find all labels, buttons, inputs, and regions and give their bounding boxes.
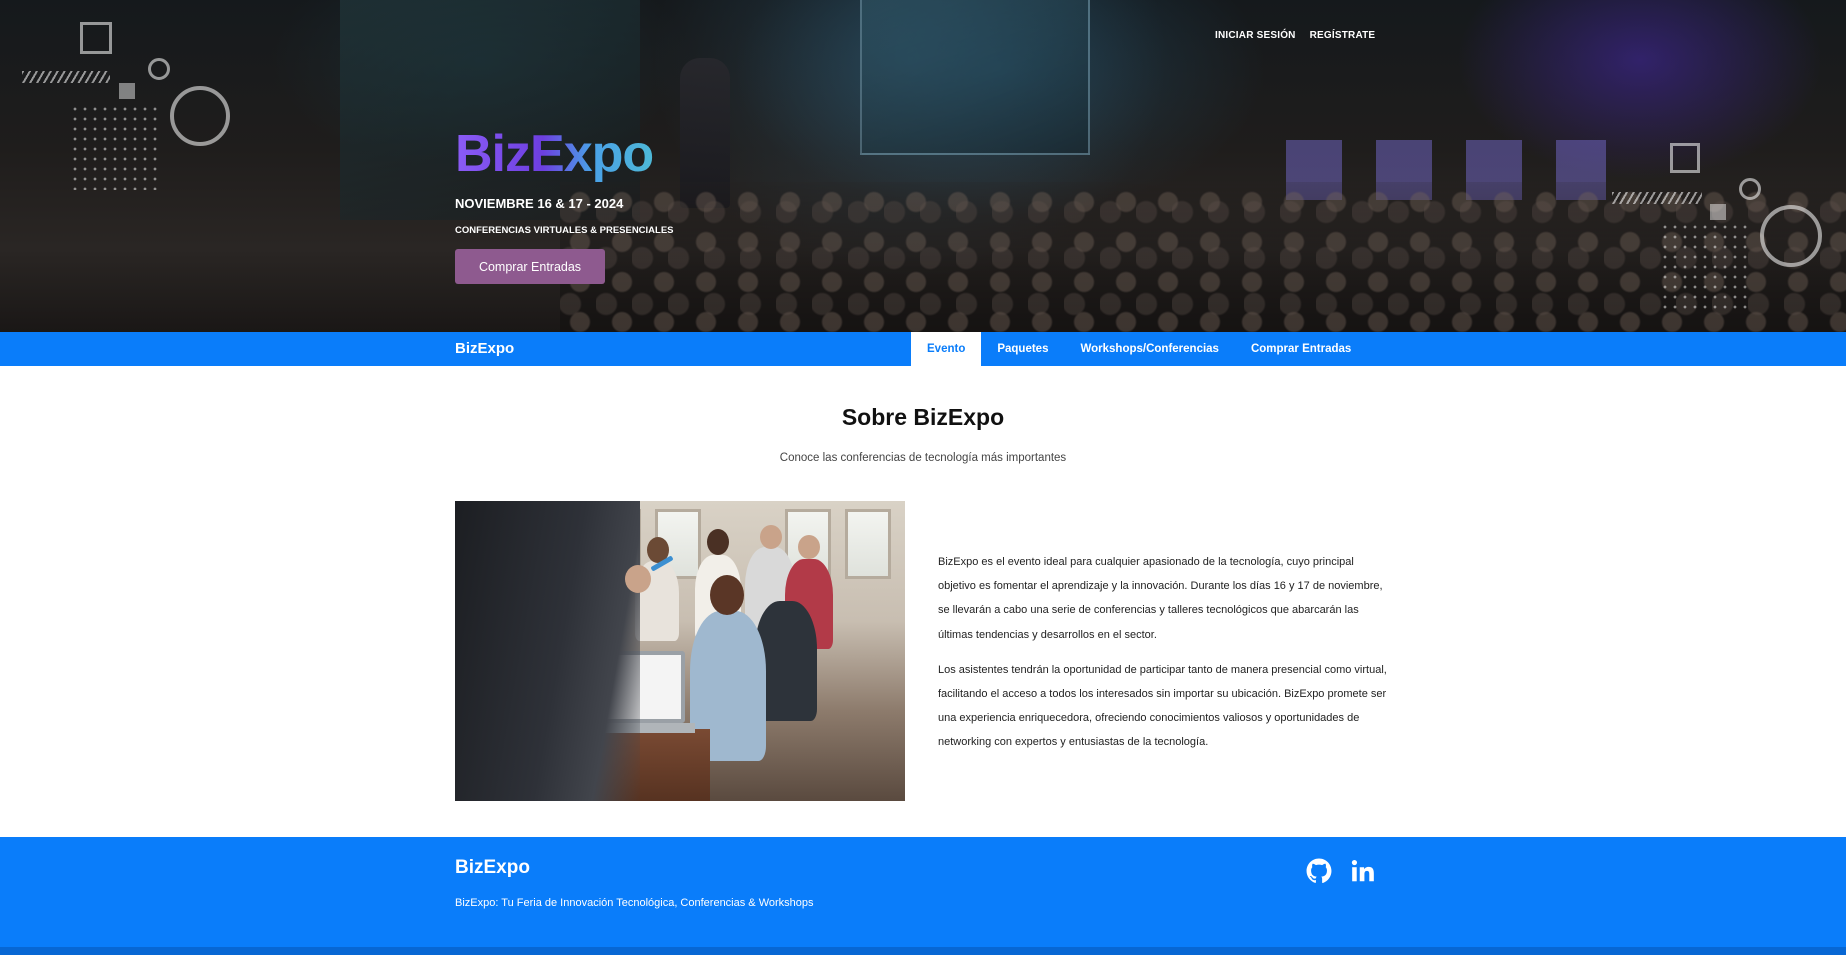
ring-decoration [170,86,230,146]
stripes-decoration-right [1612,192,1702,204]
nav-brand[interactable]: BizExpo [455,340,514,357]
event-subtitle: CONFERENCIAS VIRTUALES & PRESENCIALES [455,225,674,236]
square-outline-decoration [80,22,112,54]
event-date: NOVIEMBRE 16 & 17 - 2024 [455,196,624,211]
hero-content: BizExpo NOVIEMBRE 16 & 17 - 2024 CONFERE… [455,126,674,284]
social-links [1306,858,1376,884]
audience-background [560,182,1846,332]
footer-brand: BizExpo [455,857,530,878]
footer-bottom-strip [0,947,1846,955]
linkedin-icon[interactable] [1350,858,1376,884]
brand-part-e: E [530,125,564,183]
stripes-decoration [22,71,110,83]
site-footer: BizExpo BizExpo: Tu Feria de Innovación … [0,837,1846,955]
nav-items: Evento Paquetes Workshops/Conferencias C… [911,332,1367,366]
hero-brand-logo: BizExpo [455,126,674,182]
nav-item-paquetes[interactable]: Paquetes [981,332,1064,366]
photo-attendee-head [707,529,729,555]
photo-attendee-head [710,575,744,615]
ring-decoration-right [1760,205,1822,267]
photo-attendee-head [760,525,782,549]
nav-item-workshops[interactable]: Workshops/Conferencias [1064,332,1234,366]
main-navbar: BizExpo Evento Paquetes Workshops/Confer… [0,332,1846,366]
nav-item-comprar-entradas[interactable]: Comprar Entradas [1235,332,1367,366]
square-outline-decoration-right [1670,143,1700,173]
login-link[interactable]: INICIAR SESIÓN [1215,30,1296,41]
section-title: Sobre BizExpo [841,404,1005,430]
brand-part-xpo: xpo [563,125,654,183]
small-ring-decoration-right [1739,178,1761,200]
section-subtitle: Conoce las conferencias de tecnología má… [779,452,1067,464]
footer-tagline: BizExpo: Tu Feria de Innovación Tecnológ… [455,897,814,909]
photo-presenter [455,501,640,801]
dots-grid-decoration [70,104,158,190]
presentation-screen-right [860,0,1090,155]
top-auth-links: INICIAR SESIÓN REGÍSTRATE [1215,30,1375,41]
photo-attendee-head [798,535,820,559]
about-paragraph-2: Los asistentes tendrán la oportunidad de… [938,663,1387,749]
hero-banner: INICIAR SESIÓN REGÍSTRATE BizExpo NOVIEM… [0,0,1846,332]
filled-square-decoration-right [1710,204,1726,220]
about-text: BizExpo es el evento ideal para cualquie… [938,550,1388,755]
small-ring-decoration [148,58,170,80]
nav-item-evento[interactable]: Evento [911,332,982,366]
photo-presenter-hand [625,565,651,593]
filled-square-decoration [119,83,135,99]
github-icon[interactable] [1306,858,1332,884]
conference-photo [455,501,905,801]
photo-window [845,509,891,579]
dots-grid-decoration-right [1660,222,1750,312]
register-link[interactable]: REGÍSTRATE [1310,30,1376,41]
buy-tickets-button[interactable]: Comprar Entradas [455,249,605,284]
about-paragraph-1: BizExpo es el evento ideal para cualquie… [938,556,1383,641]
about-section: Sobre BizExpo Conoce las conferencias de… [0,366,1846,837]
brand-part-biz: Biz [455,125,530,183]
